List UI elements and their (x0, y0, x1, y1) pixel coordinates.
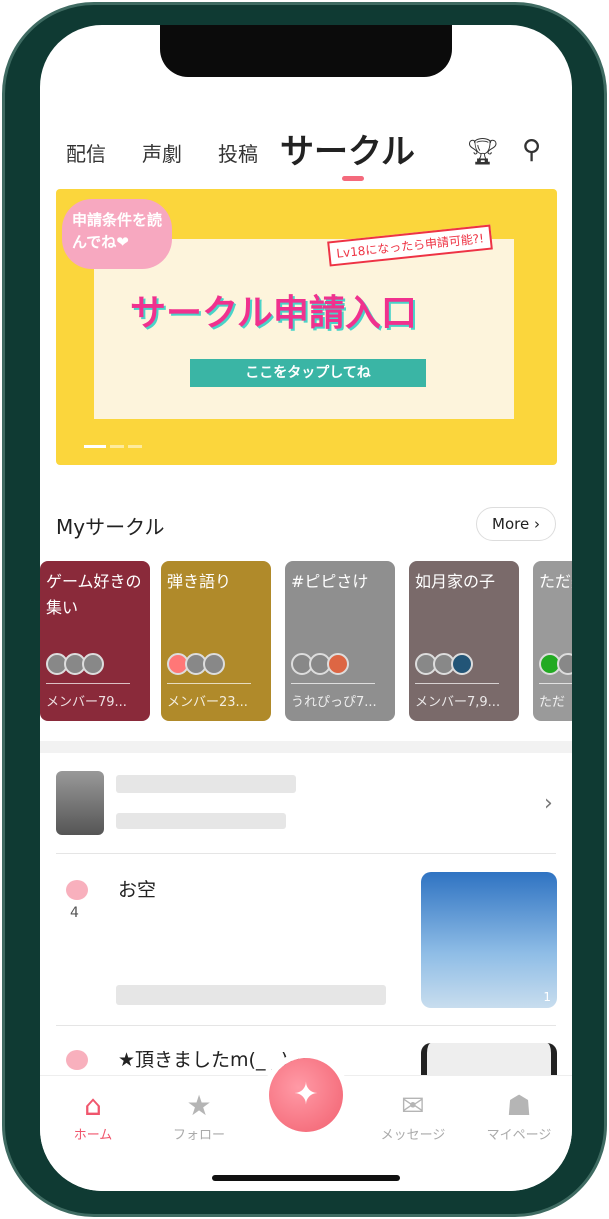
screen: 配信 声劇 投稿 サークル 🏆︎ ⚲ 申請条件を読んでね❤ Lv18になったら申… (40, 25, 572, 1191)
more-button[interactable]: More › (476, 507, 556, 541)
tab-posts[interactable]: 投稿 (218, 138, 258, 167)
nav-follow[interactable]: ★ フォロー (154, 1088, 244, 1143)
nav-message[interactable]: ✉ メッセージ (368, 1088, 458, 1143)
ghost-icon: ☗ (506, 1089, 532, 1122)
circle-meta: メンバー23... (167, 695, 248, 710)
circle-title: 如月家の子 (415, 572, 496, 591)
create-button[interactable]: ✦ (269, 1058, 343, 1132)
divider (56, 853, 556, 854)
circle-card[interactable]: 如月家の子メンバー7,9... (409, 561, 519, 721)
blurred-text (116, 985, 386, 1005)
circle-card[interactable]: ただ楽部ただ (533, 561, 572, 721)
banner-button[interactable]: ここをタップしてね (190, 359, 426, 387)
blurred-text (116, 813, 286, 829)
post-thumbnail[interactable]: 1 (421, 872, 557, 1008)
search-icon[interactable]: ⚲ (522, 135, 541, 165)
like-icon[interactable] (66, 880, 88, 900)
like-count: 4 (70, 905, 79, 921)
circle-title: ただ楽部 (539, 572, 572, 591)
nav-mypage[interactable]: ☗ マイページ (474, 1088, 564, 1143)
chevron-right-icon[interactable]: › (544, 791, 553, 816)
carousel-dots (84, 445, 142, 448)
post-title[interactable]: お空 (118, 875, 156, 902)
circle-apply-banner[interactable]: 申請条件を読んでね❤ Lv18になったら申請可能?! サークル申請入口 ここをタ… (56, 189, 557, 465)
circle-title: 弾き語り (167, 572, 232, 591)
tab-voice-drama[interactable]: 声劇 (142, 138, 182, 167)
circle-title: #ピピさけ (291, 572, 369, 591)
circle-meta: メンバー79... (46, 695, 127, 710)
tab-broadcast[interactable]: 配信 (66, 138, 106, 167)
divider (56, 1025, 556, 1026)
section-divider (40, 741, 572, 753)
banner-bubble: 申請条件を読んでね❤ (62, 199, 172, 269)
post-title[interactable]: ★頂きましたm(_ _)m (118, 1045, 307, 1072)
my-circle-title: Myサークル (56, 515, 165, 539)
trophy-icon[interactable]: 🏆︎ (466, 137, 499, 167)
avatar[interactable] (56, 771, 104, 835)
circle-meta: うれぴっぴ7... (291, 695, 377, 710)
banner-title: サークル申請入口 (130, 293, 417, 334)
active-tab-indicator (342, 176, 364, 181)
circle-title: ゲーム好きの集い (46, 572, 142, 617)
mail-icon: ✉ (401, 1089, 425, 1122)
home-icon: ⌂ (84, 1089, 102, 1122)
circle-meta: ただ (539, 695, 566, 710)
circle-meta: メンバー7,9... (415, 695, 501, 710)
nav-home[interactable]: ⌂ ホーム (48, 1088, 138, 1143)
like-icon[interactable] (66, 1050, 88, 1070)
tab-circle[interactable]: サークル (280, 124, 415, 173)
blurred-text (116, 775, 296, 793)
circle-card[interactable]: 弾き語りメンバー23... (161, 561, 271, 721)
notch (160, 25, 452, 77)
star-icon: ★ (186, 1089, 212, 1122)
image-count: 1 (543, 990, 551, 1004)
circle-card[interactable]: ゲーム好きの集いメンバー79... (40, 561, 150, 721)
circle-card[interactable]: #ピピさけうれぴっぴ7... (285, 561, 395, 721)
sparkle-icon: ✦ (293, 1077, 319, 1112)
home-indicator (212, 1175, 400, 1181)
